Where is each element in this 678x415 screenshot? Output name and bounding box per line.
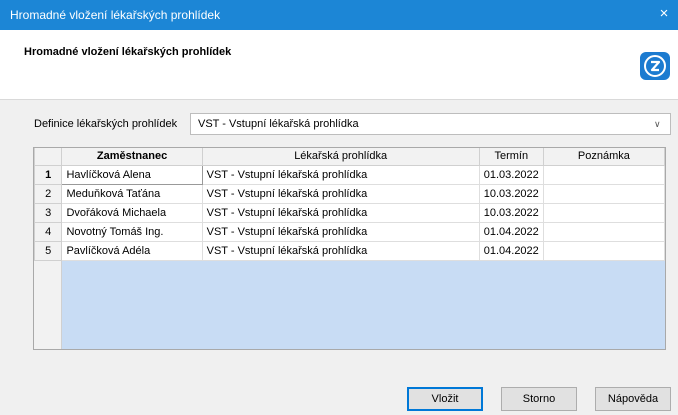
definition-select[interactable]: VST - Vstupní lékařská prohlídka ∨ <box>190 113 671 135</box>
table-row[interactable]: 3 Dvořáková Michaela VST - Vstupní lékař… <box>34 202 665 223</box>
table-row[interactable]: 2 Meduňková Taťána VST - Vstupní lékařsk… <box>34 183 665 204</box>
date-cell[interactable]: 10.03.2022 <box>478 183 544 204</box>
exam-cell[interactable]: VST - Vstupní lékařská prohlídka <box>201 164 480 185</box>
exam-cell[interactable]: VST - Vstupní lékařská prohlídka <box>201 221 480 242</box>
definition-select-value: VST - Vstupní lékařská prohlídka <box>198 118 359 130</box>
employee-cell[interactable]: Havlíčková Alena <box>61 164 203 185</box>
employee-cell[interactable]: Novotný Tomáš Ing. <box>61 221 203 242</box>
close-icon[interactable]: × <box>656 5 672 23</box>
dialog-header: Hromadné vložení lékařských prohlídek <box>0 30 678 100</box>
note-cell[interactable] <box>542 240 665 261</box>
date-cell[interactable]: 01.04.2022 <box>478 221 544 242</box>
chevron-down-icon[interactable]: ∨ <box>654 118 664 130</box>
note-cell[interactable] <box>542 183 665 204</box>
exam-cell[interactable]: VST - Vstupní lékařská prohlídka <box>201 183 480 204</box>
row-number[interactable]: 3 <box>34 202 63 223</box>
exam-grid[interactable]: Zaměstnanec Lékařská prohlídka Termín Po… <box>33 147 666 350</box>
exam-table: Zaměstnanec Lékařská prohlídka Termín Po… <box>34 148 665 261</box>
note-cell[interactable] <box>542 202 665 223</box>
table-header-row: Zaměstnanec Lékařská prohlídka Termín Po… <box>34 148 665 166</box>
date-cell[interactable]: 01.04.2022 <box>478 240 544 261</box>
insert-button[interactable]: Vložit <box>407 387 483 411</box>
window-titlebar: Hromadné vložení lékařských prohlídek × <box>0 0 678 30</box>
column-header-employee[interactable]: Zaměstnanec <box>61 148 203 166</box>
dialog-title: Hromadné vložení lékařských prohlídek <box>24 46 232 58</box>
help-button[interactable]: Nápověda <box>595 387 671 411</box>
window-title: Hromadné vložení lékařských prohlídek <box>10 8 221 22</box>
column-header-exam[interactable]: Lékařská prohlídka <box>201 148 480 166</box>
exam-cell[interactable]: VST - Vstupní lékařská prohlídka <box>201 240 480 261</box>
row-number[interactable]: 4 <box>34 221 63 242</box>
note-cell[interactable] <box>542 164 665 185</box>
table-row[interactable]: 5 Pavlíčková Adéla VST - Vstupní lékařsk… <box>34 240 665 261</box>
exam-cell[interactable]: VST - Vstupní lékařská prohlídka <box>201 202 480 223</box>
row-number[interactable]: 5 <box>34 240 63 261</box>
row-number[interactable]: 2 <box>34 183 63 204</box>
note-cell[interactable] <box>542 221 665 242</box>
employee-cell[interactable]: Dvořáková Michaela <box>61 202 203 223</box>
row-number[interactable]: 1 <box>34 164 63 185</box>
date-cell[interactable]: 01.03.2022 <box>478 164 544 185</box>
employee-cell[interactable]: Pavlíčková Adéla <box>61 240 203 261</box>
column-header-date[interactable]: Termín <box>478 148 544 166</box>
table-row[interactable]: 4 Novotný Tomáš Ing. VST - Vstupní lékař… <box>34 221 665 242</box>
definition-label: Definice lékařských prohlídek <box>34 118 178 130</box>
employee-cell[interactable]: Meduňková Taťána <box>61 183 203 204</box>
help-logo-icon <box>640 52 670 80</box>
table-row[interactable]: 1 Havlíčková Alena VST - Vstupní lékařsk… <box>34 164 665 185</box>
corner-cell <box>34 148 63 166</box>
cancel-button[interactable]: Storno <box>501 387 577 411</box>
column-header-note[interactable]: Poznámka <box>542 148 665 166</box>
date-cell[interactable]: 10.03.2022 <box>478 202 544 223</box>
